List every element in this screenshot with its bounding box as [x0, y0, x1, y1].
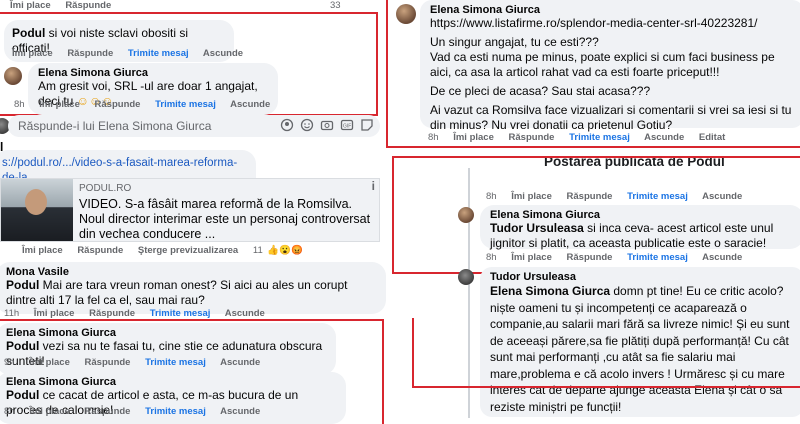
reply-placeholder: Răspunde-i lui Elena Simona Giurca	[18, 119, 212, 133]
svg-text:GIF: GIF	[343, 124, 351, 130]
author-name[interactable]: Elena Simona Giurca	[6, 376, 336, 388]
like-link[interactable]: Îmi place	[453, 132, 494, 143]
comment-para: Ai vazut ca Romsilva face vizualizari si…	[430, 103, 792, 132]
reply-link[interactable]: Răspunde	[67, 48, 113, 59]
author-name[interactable]: Elena Simona Giurca	[430, 4, 794, 16]
like-link[interactable]: Îmi place	[29, 357, 70, 368]
like-link[interactable]: Îmi place	[10, 0, 51, 11]
reaction-count: 33	[330, 0, 341, 11]
hide-link[interactable]: Ascunde	[220, 357, 260, 368]
hide-link[interactable]: Ascunde	[220, 406, 260, 417]
link-preview-card[interactable]: PODUL.RO VIDEO. S-a fâsâit marea reformă…	[0, 178, 380, 242]
comment-para: Vad ca esti numa pe minus, poate explici…	[430, 50, 775, 79]
comment-elena-tudor: Elena Simona Giurca Tudor Ursuleasa si i…	[480, 205, 800, 250]
like-link[interactable]: Îmi place	[12, 48, 53, 59]
comment-actions: 8h Îmi place Răspunde Trimite mesaj Ascu…	[14, 99, 282, 110]
message-link[interactable]: Trimite mesaj	[569, 132, 630, 143]
message-link[interactable]: Trimite mesaj	[627, 252, 688, 263]
comment-actions: 8h Îmi place Răspunde Trimite mesaj Ascu…	[4, 406, 272, 417]
author-name[interactable]: Mona Vasile	[6, 266, 376, 278]
timestamp[interactable]: 8h	[486, 191, 497, 202]
avatar-sticker-icon[interactable]	[280, 118, 294, 132]
mention[interactable]: Podul	[6, 388, 39, 402]
reply-link[interactable]: Răspunde	[567, 191, 613, 202]
comment-actions: 8h Îmi place Răspunde Trimite mesaj Ascu…	[486, 252, 754, 263]
message-link[interactable]: Trimite mesaj	[155, 99, 216, 110]
message-link[interactable]: Trimite mesaj	[128, 48, 189, 59]
mention[interactable]: Podul	[12, 26, 45, 40]
timestamp[interactable]: 9h	[4, 357, 15, 368]
avatar[interactable]	[4, 67, 22, 85]
like-link[interactable]: Îmi place	[22, 245, 63, 256]
mention[interactable]: Podul	[6, 278, 39, 292]
reply-link[interactable]: Răspunde	[65, 0, 111, 11]
sticker-icon[interactable]	[360, 118, 374, 132]
person-face	[25, 189, 47, 215]
top-actions: Îmi place Răspunde 33	[10, 0, 380, 11]
reply-link[interactable]: Răspunde	[85, 406, 131, 417]
reply-link[interactable]: Răspunde	[567, 252, 613, 263]
comment-actions: 11h Îmi place Răspunde Trimite mesaj Asc…	[4, 308, 277, 319]
comment-elena-long: Elena Simona Giurca https://www.listafir…	[420, 0, 800, 132]
timestamp[interactable]: 8h	[428, 132, 439, 143]
timestamp[interactable]: 11h	[4, 308, 19, 319]
avatar[interactable]	[458, 269, 474, 285]
reaction-emojis-icon: 👍😮😡	[267, 245, 303, 256]
camera-icon[interactable]	[320, 118, 334, 132]
card-actions: Îmi place Răspunde Şterge previzualizare…	[22, 245, 315, 256]
message-link[interactable]: Trimite mesaj	[150, 308, 211, 319]
mention[interactable]: Elena Simona Giurca	[490, 284, 610, 298]
author-name[interactable]: Elena Simona Giurca	[38, 67, 268, 79]
like-link[interactable]: Îmi place	[34, 308, 75, 319]
author-name[interactable]: Elena Simona Giurca	[490, 209, 794, 221]
avatar[interactable]	[458, 207, 474, 223]
hide-link[interactable]: Ascunde	[230, 99, 270, 110]
reply-link[interactable]: Răspunde	[95, 99, 141, 110]
profile-url[interactable]: https://www.listafirme.ro/splendor-media…	[430, 16, 794, 31]
reaction-count[interactable]: 11	[253, 245, 263, 256]
hide-link[interactable]: Ascunde	[225, 308, 265, 319]
comment-para: Un singur angajat, tu ce esti???	[430, 35, 599, 49]
preview-thumbnail	[1, 179, 73, 241]
emoji-icon[interactable]	[300, 118, 314, 132]
mention[interactable]: Podul	[6, 339, 39, 353]
comment-actions: 9h Îmi place Răspunde Trimite mesaj Ascu…	[4, 357, 272, 368]
comment-para: De ce pleci de acasa? Sau stai acasa???	[430, 84, 651, 98]
message-link[interactable]: Trimite mesaj	[145, 406, 206, 417]
info-icon[interactable]: i	[372, 179, 375, 193]
like-link[interactable]: Îmi place	[511, 252, 552, 263]
author-name[interactable]: Tudor Ursuleasa	[490, 271, 794, 283]
reply-input[interactable]: Răspunde-i lui Elena Simona Giurca GIF	[8, 115, 380, 137]
gif-icon[interactable]: GIF	[340, 118, 354, 132]
timestamp[interactable]: 8h	[4, 406, 15, 417]
author-name[interactable]: Elena Simona Giurca	[6, 327, 326, 339]
reply-link[interactable]: Răspunde	[77, 245, 123, 256]
message-link[interactable]: Trimite mesaj	[627, 191, 688, 202]
comment-actions: 8h Îmi place Răspunde Trimite mesaj Ascu…	[486, 191, 754, 202]
hide-link[interactable]: Ascunde	[702, 191, 742, 202]
comment-actions: Îmi place Răspunde Trimite mesaj Ascunde	[12, 48, 255, 59]
reply-link[interactable]: Răspunde	[89, 308, 135, 319]
comment-mona: Mona Vasile Podul Mai are tara vreun rom…	[0, 262, 386, 314]
like-link[interactable]: Îmi place	[29, 406, 70, 417]
like-link[interactable]: Îmi place	[39, 99, 80, 110]
timestamp[interactable]: 8h	[486, 252, 497, 263]
edited-label: Editat	[698, 132, 726, 143]
avatar[interactable]	[396, 4, 416, 24]
timestamp[interactable]: 8h	[14, 99, 25, 110]
hide-link[interactable]: Ascunde	[644, 132, 684, 143]
message-link[interactable]: Trimite mesaj	[145, 357, 206, 368]
preview-source: PODUL.RO	[79, 183, 132, 194]
mention[interactable]: Tudor Ursuleasa	[490, 221, 584, 235]
reply-link[interactable]: Răspunde	[509, 132, 555, 143]
comment-actions: 8h Îmi place Răspunde Trimite mesaj Ascu…	[428, 132, 737, 143]
comment-text: Mai are tara vreun roman onest? Si aici …	[6, 278, 348, 307]
reply-link[interactable]: Răspunde	[85, 357, 131, 368]
preview-title: VIDEO. S-a fâsâit marea reformă de la Ro…	[79, 197, 371, 241]
hide-link[interactable]: Ascunde	[203, 48, 243, 59]
highlight-box-bottom-right	[412, 318, 800, 388]
like-link[interactable]: Îmi place	[511, 191, 552, 202]
hide-link[interactable]: Ascunde	[702, 252, 742, 263]
delete-preview-link[interactable]: Şterge previzualizarea	[138, 245, 238, 256]
